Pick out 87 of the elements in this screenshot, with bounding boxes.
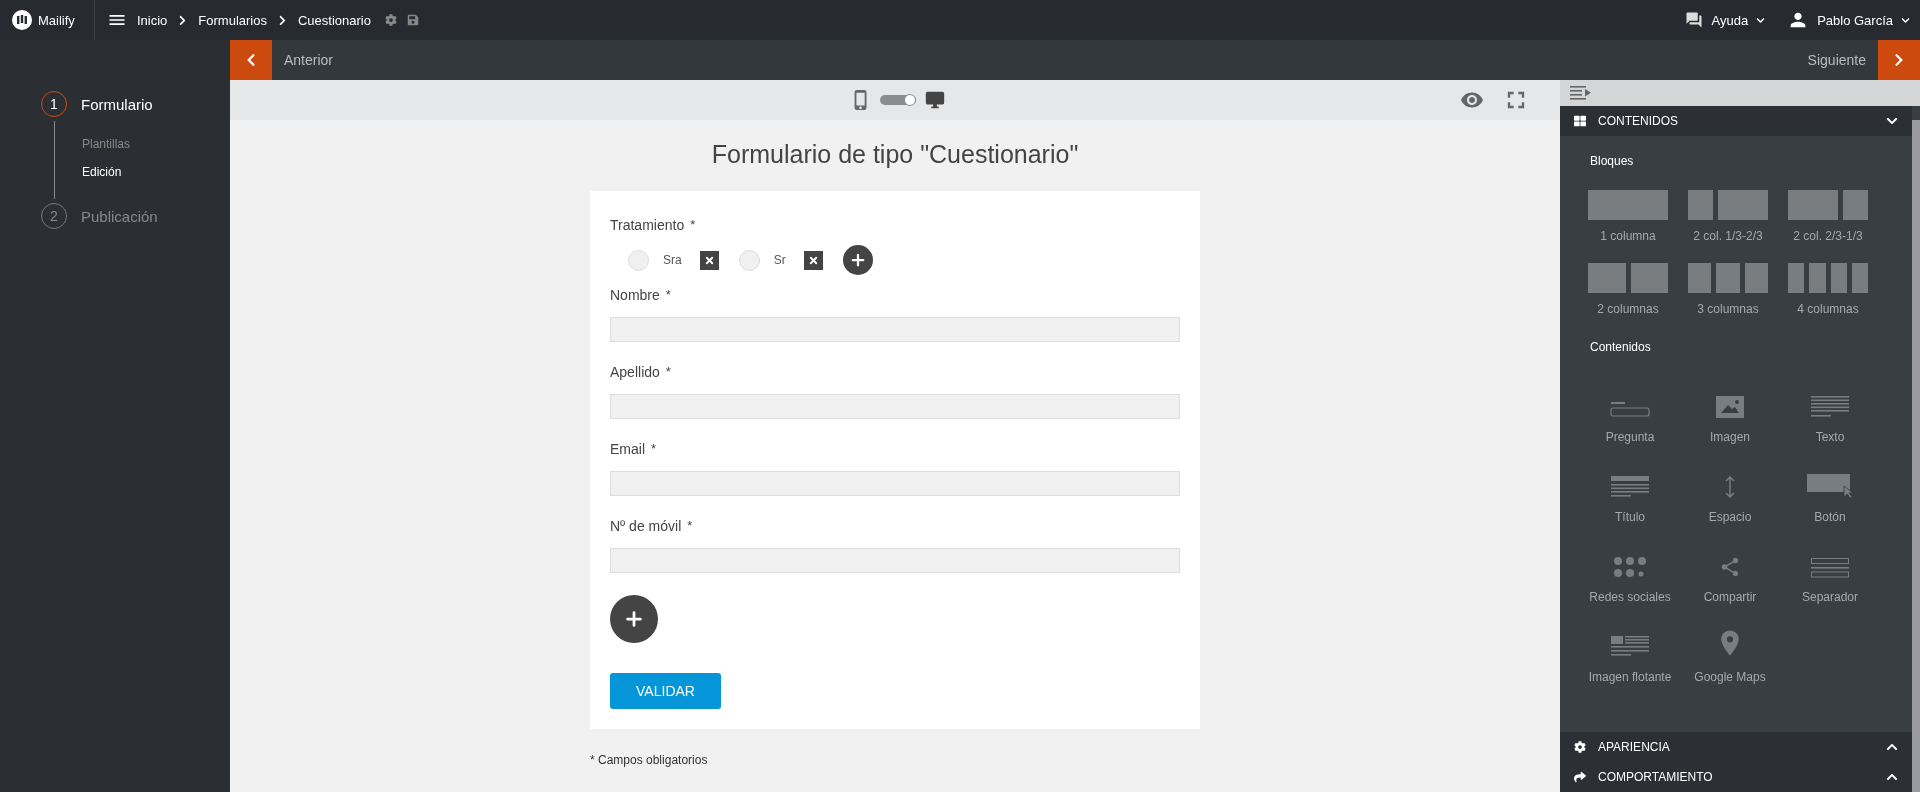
panel-toggle-icon[interactable]: [1570, 85, 1592, 100]
content-item[interactable]: Imagen: [1680, 387, 1780, 444]
share-icon: [1719, 555, 1741, 578]
device-toggle[interactable]: [880, 95, 916, 105]
field-label: Tratamiento *: [610, 217, 697, 233]
separator-lines-icon: [1811, 557, 1849, 578]
settings-icon: [1574, 740, 1586, 753]
field-label: Nº de móvil *: [610, 518, 694, 534]
block-item[interactable]: 3 columnas: [1688, 262, 1768, 316]
breadcrumb-link[interactable]: Inicio: [137, 12, 168, 28]
step-link[interactable]: Formulario: [81, 95, 153, 113]
substep-link[interactable]: Edición: [82, 165, 230, 179]
content-item[interactable]: Redes sociales: [1580, 547, 1680, 604]
input-field[interactable]: [610, 394, 1180, 419]
add-option-button[interactable]: [842, 245, 873, 275]
next-link[interactable]: Siguiente: [1795, 52, 1878, 68]
remove-option-button[interactable]: [803, 250, 823, 270]
chat-icon: [1685, 11, 1704, 29]
forward-arrow-icon: [1574, 770, 1586, 783]
content-item[interactable]: Texto: [1780, 387, 1880, 444]
heading-lines-icon: [1611, 475, 1649, 498]
input-field[interactable]: [610, 317, 1180, 342]
block-item[interactable]: 2 col. 2/3-1/3: [1788, 189, 1868, 243]
monitor-icon[interactable]: [924, 89, 946, 111]
settings-icon[interactable]: [385, 14, 397, 26]
breadcrumb-link[interactable]: Cuestionario: [298, 12, 371, 28]
section-header[interactable]: CONTENIDOS: [1560, 105, 1912, 136]
substep-link[interactable]: Plantillas: [82, 137, 230, 151]
required-note: * Campos obligatorios: [590, 753, 709, 767]
caret-icon: [1901, 15, 1910, 25]
previous-link[interactable]: Anterior: [272, 52, 346, 68]
scrollbar[interactable]: [1912, 120, 1920, 792]
help-menu[interactable]: Ayuda: [1711, 12, 1749, 28]
content-item[interactable]: Compartir: [1680, 547, 1780, 604]
block-item[interactable]: 4 columnas: [1788, 262, 1868, 316]
content-item[interactable]: Imagen flotante: [1580, 627, 1680, 684]
remove-option-button[interactable]: [699, 250, 719, 270]
button-cursor-icon: [1807, 473, 1853, 498]
option-label: Sr: [773, 253, 786, 267]
block-item[interactable]: 1 columna: [1588, 189, 1668, 243]
vertical-arrows-icon: [1724, 475, 1736, 498]
content-item[interactable]: Botón: [1780, 467, 1880, 524]
caret-icon: [1756, 15, 1766, 25]
block-item[interactable]: 2 columnas: [1588, 262, 1668, 316]
section-header[interactable]: COMPORTAMIENTO: [1560, 761, 1912, 792]
step-link[interactable]: Publicación: [81, 207, 158, 225]
grid-icon: [1574, 114, 1586, 127]
add-field-button[interactable]: [610, 595, 658, 643]
brand-name: Mailify: [38, 12, 75, 28]
breadcrumb-link[interactable]: Formularios: [198, 12, 267, 28]
logo-icon: [12, 10, 32, 30]
image-icon: [1716, 395, 1744, 418]
dots-grid-icon: [1613, 555, 1647, 578]
field-label: Apellido *: [610, 364, 672, 380]
column-layout-icon: [1788, 262, 1868, 293]
text-lines-icon: [1811, 395, 1849, 418]
plus-icon: [623, 608, 645, 630]
form-title: Formulario de tipo "Cuestionario": [710, 140, 1080, 169]
close-icon: [807, 254, 819, 266]
input-field[interactable]: [610, 471, 1180, 496]
option-label: Sra: [663, 253, 682, 267]
radio-button[interactable]: [628, 249, 649, 271]
group-heading: Bloques: [1590, 153, 1635, 168]
section-header[interactable]: APARIENCIA: [1560, 731, 1912, 762]
radio-button[interactable]: [738, 249, 760, 271]
block-item[interactable]: 2 col. 1/3-2/3: [1688, 189, 1768, 243]
content-item[interactable]: Pregunta: [1580, 387, 1680, 444]
close-icon: [703, 254, 715, 266]
input-field[interactable]: [610, 548, 1180, 573]
column-layout-icon: [1588, 262, 1668, 293]
input-field-icon: [1610, 401, 1650, 418]
content-item[interactable]: Google Maps: [1680, 627, 1780, 684]
content-item[interactable]: Título: [1580, 467, 1680, 524]
image-with-text-icon: [1611, 635, 1649, 658]
content-item[interactable]: Separador: [1780, 547, 1880, 604]
content-item[interactable]: Espacio: [1680, 467, 1780, 524]
field-label: Email *: [610, 441, 658, 457]
chevron-right-icon: [277, 14, 288, 26]
column-layout-icon: [1688, 262, 1768, 293]
save-icon[interactable]: [407, 14, 419, 26]
field-label: Nombre *: [610, 287, 672, 303]
column-layout-icon: [1688, 189, 1768, 220]
column-layout-icon: [1788, 189, 1868, 220]
column-layout-icon: [1588, 189, 1668, 220]
user-name[interactable]: Pablo García: [1817, 12, 1893, 28]
group-heading: Contenidos: [1590, 339, 1652, 354]
submit-button[interactable]: VALIDAR: [610, 673, 721, 709]
